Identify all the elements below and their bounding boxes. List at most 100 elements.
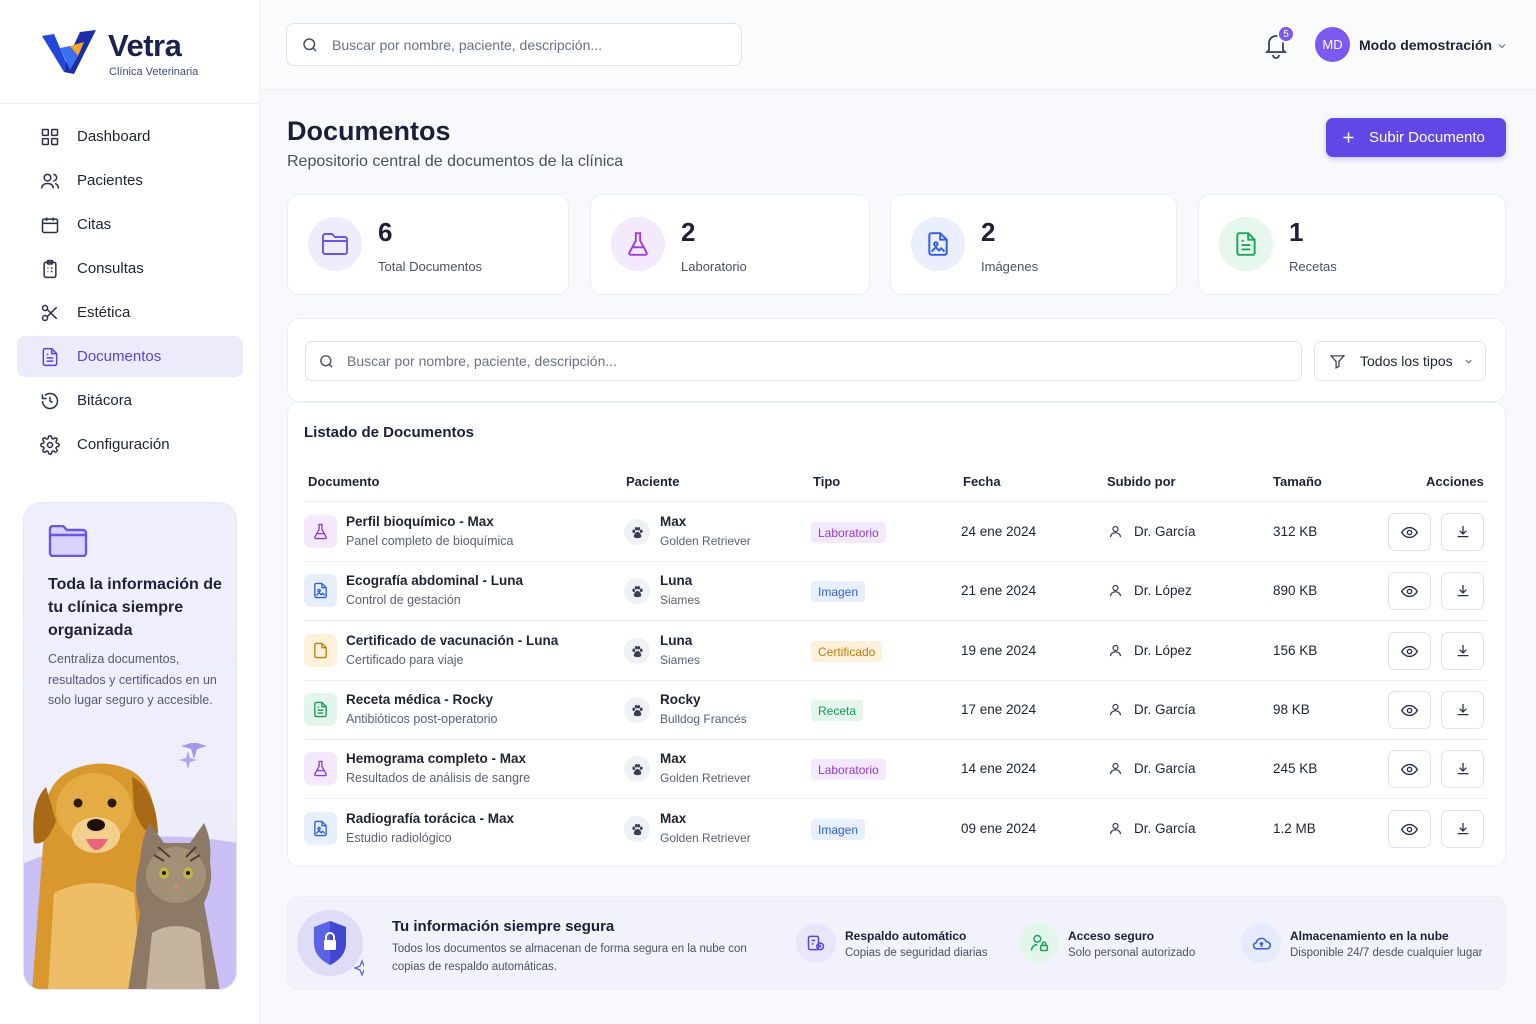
stat-value: 2	[681, 217, 696, 247]
global-search-input[interactable]: Buscar por nombre, paciente, descripción…	[286, 23, 742, 66]
view-button[interactable]	[1388, 750, 1431, 788]
patient-name[interactable]: Max	[660, 751, 686, 766]
feature-desc: Disponible 24/7 desde cualquier lugar	[1290, 947, 1483, 959]
view-button[interactable]	[1388, 691, 1431, 729]
document-description: Resultados de análisis de sangre	[346, 771, 531, 785]
view-button[interactable]	[1388, 513, 1431, 551]
chevron-down-icon[interactable]	[1496, 40, 1508, 52]
security-text: Todos los documentos se almacenan de for…	[392, 943, 747, 973]
table-row[interactable]: Radiografía torácica - Max Estudio radio…	[288, 800, 1507, 859]
download-icon	[1457, 645, 1468, 657]
document-date: 24 ene 2024	[961, 524, 1037, 539]
table-row[interactable]: Certificado de vacunación - Luna Certifi…	[288, 622, 1507, 681]
column-header-tamano[interactable]: Tamaño	[1273, 474, 1322, 489]
document-name[interactable]: Receta médica - Rocky	[346, 692, 493, 707]
upload-document-button[interactable]: Subir Documento	[1326, 118, 1506, 157]
download-button[interactable]	[1441, 632, 1484, 670]
patient-name[interactable]: Luna	[660, 633, 692, 648]
user-icon	[1109, 525, 1122, 538]
sidebar-item-dashboard[interactable]: Dashboard	[17, 116, 243, 157]
search-icon	[320, 354, 333, 368]
row-divider	[304, 798, 1487, 799]
clipboard-icon	[43, 259, 57, 278]
user-icon	[1109, 644, 1122, 657]
uploaded-by: Dr. López	[1134, 583, 1192, 598]
view-button[interactable]	[1388, 810, 1431, 848]
avatar[interactable]: MD	[1315, 27, 1350, 62]
stat-card-imagenes: 2 Imágenes	[890, 194, 1177, 295]
download-icon	[1457, 704, 1468, 716]
brand-logo[interactable]: Vetra Clínica Veterinaria	[40, 24, 240, 84]
table-row[interactable]: Receta médica - Rocky Antibióticos post-…	[288, 681, 1507, 740]
stat-value: 2	[981, 217, 996, 247]
patient-breed: Bulldog Francés	[660, 712, 747, 726]
document-search-input[interactable]: Buscar por nombre, paciente, descripción…	[305, 341, 1302, 381]
feature-icon-circle	[1241, 923, 1281, 963]
stat-icon-circle	[308, 217, 362, 271]
feature-icon-circle	[796, 923, 836, 963]
dog-and-cat-illustration	[24, 743, 236, 989]
table-row[interactable]: Perfil bioquímico - Max Panel completo d…	[288, 503, 1507, 562]
document-size: 98 KB	[1273, 702, 1310, 717]
patient-name[interactable]: Max	[660, 514, 686, 529]
document-name[interactable]: Hemograma completo - Max	[346, 751, 526, 766]
sidebar-item-configuracion[interactable]: Configuración	[17, 424, 243, 465]
download-button[interactable]	[1441, 513, 1484, 551]
documents-table-title: Listado de Documentos	[304, 424, 475, 441]
stat-value: 6	[378, 217, 393, 247]
plus-icon	[1343, 132, 1354, 143]
download-button[interactable]	[1441, 691, 1484, 729]
sidebar-item-consultas[interactable]: Consultas	[17, 248, 243, 289]
type-filter-select[interactable]: Todos los tipos	[1314, 341, 1486, 381]
download-button[interactable]	[1441, 810, 1484, 848]
column-header-tipo[interactable]: Tipo	[813, 474, 840, 489]
document-icon	[42, 347, 58, 366]
folder-icon	[322, 233, 348, 255]
column-header-subido-por[interactable]: Subido por	[1107, 474, 1176, 489]
table-row[interactable]: Ecografía abdominal - Luna Control de ge…	[288, 562, 1507, 621]
security-banner: Tu información siempre segura Todos los …	[287, 896, 1506, 990]
eye-icon	[1401, 645, 1418, 657]
paw-icon	[624, 816, 650, 842]
flask-icon	[314, 760, 327, 777]
patient-name[interactable]: Max	[660, 811, 686, 826]
stat-label: Total Documentos	[378, 259, 483, 274]
table-row[interactable]: Hemograma completo - Max Resultados de a…	[288, 740, 1507, 799]
patient-breed: Golden Retriever	[660, 771, 751, 785]
download-button[interactable]	[1441, 750, 1484, 788]
document-name[interactable]: Ecografía abdominal - Luna	[346, 573, 523, 588]
download-icon	[1457, 526, 1468, 538]
document-name[interactable]: Radiografía torácica - Max	[346, 811, 514, 826]
column-header-fecha[interactable]: Fecha	[963, 474, 1001, 489]
stat-card-total: 6 Total Documentos	[287, 194, 569, 295]
document-description: Antibióticos post-operatorio	[346, 712, 498, 726]
patient-name[interactable]: Rocky	[660, 692, 701, 707]
patient-breed: Siames	[660, 653, 701, 667]
user-icon	[1109, 762, 1122, 775]
feature-icon-circle	[1019, 923, 1059, 963]
type-badge: Receta	[811, 700, 864, 721]
certificate-icon	[314, 642, 327, 659]
history-icon	[41, 392, 59, 409]
patient-name[interactable]: Luna	[660, 573, 692, 588]
document-name[interactable]: Perfil bioquímico - Max	[346, 514, 494, 529]
sidebar-item-bitacora[interactable]: Bitácora	[17, 380, 243, 421]
document-description: Panel completo de bioquímica	[346, 534, 514, 548]
column-header-documento[interactable]: Documento	[308, 474, 380, 489]
view-button[interactable]	[1388, 572, 1431, 610]
sidebar-item-pacientes[interactable]: Pacientes	[17, 160, 243, 201]
sidebar-item-label: Bitácora	[77, 392, 133, 409]
feature-title: Respaldo automático	[845, 929, 967, 943]
column-header-paciente[interactable]: Paciente	[626, 474, 679, 489]
sidebar-item-documentos[interactable]: Documentos	[17, 336, 243, 377]
download-button[interactable]	[1441, 572, 1484, 610]
column-header-acciones: Acciones	[1426, 474, 1484, 489]
user-name[interactable]: Modo demostración	[1359, 37, 1492, 53]
sidebar-item-citas[interactable]: Citas	[17, 204, 243, 245]
eye-icon	[1401, 763, 1418, 775]
uploaded-by: Dr. García	[1134, 524, 1196, 539]
view-button[interactable]	[1388, 632, 1431, 670]
sidebar-item-estetica[interactable]: Estética	[17, 292, 243, 333]
document-name[interactable]: Certificado de vacunación - Luna	[346, 633, 558, 648]
document-date: 21 ene 2024	[961, 583, 1037, 598]
